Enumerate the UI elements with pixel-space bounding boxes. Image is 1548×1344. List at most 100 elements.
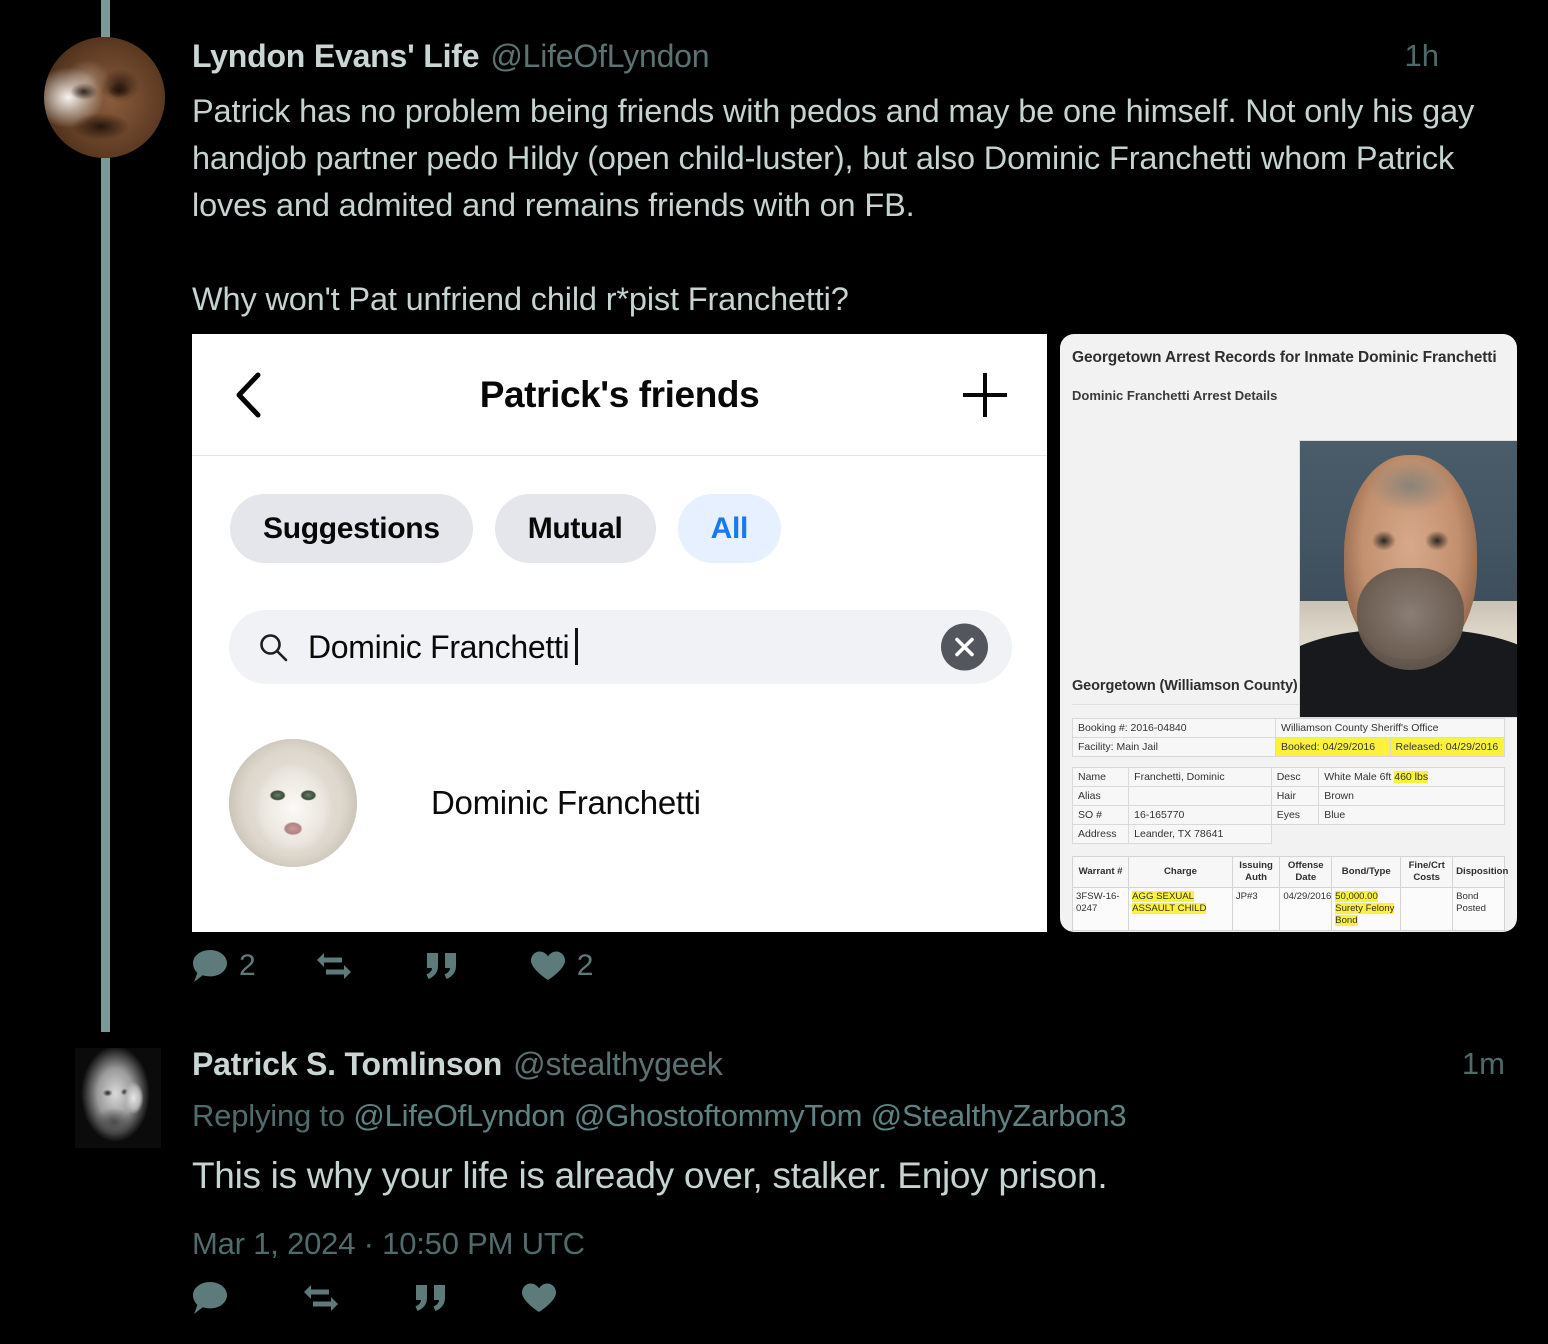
col-issuing-auth: Issuing Auth: [1231, 856, 1281, 888]
like-count: 2: [576, 949, 594, 982]
retweet-action[interactable]: [301, 1276, 352, 1320]
detail-value-eyes: Blue: [1318, 805, 1505, 825]
quote-icon: [426, 953, 456, 979]
retweet-action[interactable]: [314, 944, 365, 988]
detail-label-hair: Hair: [1270, 786, 1320, 806]
cell-disposition: Bond Posted: [1452, 887, 1505, 931]
facebook-friends-screenshot[interactable]: Patrick's friends Suggestions Mutual All…: [192, 334, 1047, 932]
detail-label-so: SO #: [1071, 805, 1130, 825]
like-action[interactable]: 2: [530, 944, 594, 988]
detail-value-alias: [1128, 786, 1272, 806]
table-row: Address Leander, TX 78641: [1071, 824, 1505, 844]
reply-header: Patrick S. Tomlinson @stealthygeek: [192, 1046, 1482, 1083]
table-row: Alias Hair Brown: [1071, 786, 1505, 806]
user-handle[interactable]: @stealthygeek: [513, 1046, 723, 1082]
detail-label-eyes: Eyes: [1270, 805, 1320, 825]
retweet-icon: [316, 953, 351, 979]
fb-page-title: Patrick's friends: [479, 373, 760, 415]
search-icon: [258, 632, 288, 662]
inmate-detail-table: Name Franchetti, Dominic Desc White Male…: [1071, 767, 1505, 844]
booking-number-cell: Booking #: 2016-04840: [1071, 718, 1277, 738]
detail-empty-2: [1318, 824, 1505, 844]
tweet-body: Patrick has no problem being friends wit…: [192, 88, 1504, 323]
detail-empty-1: [1271, 824, 1319, 844]
fb-search-value: Dominic Franchetti: [308, 628, 579, 666]
user-handle[interactable]: @LifeOfLyndon: [490, 38, 709, 74]
avatar[interactable]: [44, 37, 165, 158]
reply-action[interactable]: 2: [192, 944, 256, 988]
fb-filter-chips: Suggestions Mutual All: [230, 494, 782, 563]
reply-action[interactable]: [192, 1276, 239, 1320]
bond-highlight: 50,000.00 Surety Felony Bond: [1335, 891, 1395, 926]
detail-label-alias: Alias: [1071, 786, 1130, 806]
replying-to-line: Replying to @LifeOfLyndon @GhostoftommyT…: [192, 1098, 1127, 1134]
fb-search-field[interactable]: Dominic Franchetti: [229, 610, 1012, 684]
retweet-icon: [304, 1285, 338, 1311]
table-row: Name Franchetti, Dominic Desc White Male…: [1071, 767, 1505, 787]
tweet-body-paragraph-2: Why won't Pat unfriend child r*pist Fran…: [192, 281, 849, 317]
agency-cell: Williamson County Sheriff's Office: [1275, 718, 1505, 738]
tweet-header: Lyndon Evans' Life @LifeOfLyndon 1h: [192, 38, 1482, 80]
detail-label-address: Address: [1071, 824, 1130, 844]
arrest-record-subtitle: Dominic Franchetti Arrest Details: [1072, 388, 1278, 403]
cell-fine-costs: [1400, 887, 1454, 931]
arrest-record-title: Georgetown Arrest Records for Inmate Dom…: [1072, 349, 1497, 366]
booking-table: Booking #: 2016-04840 Williamson County …: [1071, 718, 1506, 757]
fb-chip-suggestions[interactable]: Suggestions: [230, 494, 473, 563]
mugshot-beard: [1357, 567, 1464, 671]
heart-icon: [522, 1283, 556, 1312]
table-header-row: Warrant # Charge Issuing Auth Offense Da…: [1071, 856, 1508, 888]
avatar-photo: [44, 37, 165, 158]
tweet-media-row: Patrick's friends Suggestions Mutual All…: [192, 334, 1517, 936]
cell-bond-type: 50,000.00 Surety Felony Bond: [1331, 887, 1402, 931]
fb-result-name: Dominic Franchetti: [431, 784, 701, 821]
reply-bubble-icon: [193, 950, 227, 982]
table-row: 3FSW-16-0247 AGG SEXUAL ASSAULT CHILD JP…: [1071, 887, 1505, 931]
facility-cell: Facility: Main Jail: [1071, 737, 1277, 757]
col-charge: Charge: [1128, 856, 1233, 888]
col-fine-costs: Fine/Crt Costs: [1400, 856, 1454, 888]
screenshot-root: Lyndon Evans' Life @LifeOfLyndon 1h Patri…: [0, 0, 1548, 1344]
timestamp: 1m: [1461, 1046, 1505, 1081]
detail-label-desc: Desc: [1270, 767, 1320, 787]
close-circle-icon[interactable]: [941, 623, 988, 671]
reply-count: 2: [239, 949, 256, 982]
replying-to-label: Replying to: [192, 1098, 345, 1133]
replying-to-mentions[interactable]: @LifeOfLyndon @GhostoftommyTom @Stealthy…: [353, 1098, 1126, 1133]
col-bond-type: Bond/Type: [1331, 856, 1402, 888]
fb-result-row[interactable]: Dominic Franchetti: [229, 738, 1009, 868]
quote-action[interactable]: [425, 944, 470, 988]
charge-table: Warrant # Charge Issuing Auth Offense Da…: [1071, 856, 1508, 931]
booked-date-cell: Booked: 04/29/2016: [1275, 737, 1391, 757]
like-action[interactable]: [521, 1276, 568, 1320]
white-lion-avatar[interactable]: [229, 739, 357, 867]
display-name[interactable]: Patrick S. Tomlinson: [192, 1046, 502, 1082]
text-cursor: [575, 628, 579, 665]
tweet-action-bar: 2 2: [192, 944, 593, 988]
cell-warrant: 3FSW-16-0247: [1071, 887, 1130, 931]
reply-body: This is why your life is already over, s…: [192, 1155, 1108, 1196]
table-row: Booking #: 2016-04840 Williamson County …: [1071, 718, 1505, 738]
arrest-record-screenshot[interactable]: Georgetown Arrest Records for Inmate Dom…: [1060, 334, 1517, 932]
col-offense-date: Offense Date: [1279, 856, 1333, 888]
tweet-body-paragraph-1: Patrick has no problem being friends wit…: [192, 93, 1475, 223]
avatar[interactable]: [75, 1048, 161, 1148]
display-name[interactable]: Lyndon Evans' Life: [192, 38, 480, 74]
fb-chip-mutual[interactable]: Mutual: [494, 494, 656, 563]
fb-chip-all[interactable]: All: [677, 494, 782, 563]
fb-header: Patrick's friends: [192, 334, 1047, 456]
charge-highlight: AGG SEXUAL ASSAULT CHILD: [1132, 891, 1207, 914]
reply-action-bar: [192, 1276, 630, 1320]
table-row: Facility: Main Jail Booked: 04/29/2016 R…: [1071, 737, 1506, 757]
detail-value-address: Leander, TX 78641: [1128, 824, 1272, 844]
cell-issuing-auth: JP#3: [1231, 887, 1281, 931]
released-date-cell: Released: 04/29/2016: [1389, 737, 1506, 757]
cell-charge: AGG SEXUAL ASSAULT CHILD: [1128, 887, 1233, 931]
timestamp: 1h: [1404, 38, 1439, 73]
heart-icon: [530, 951, 565, 980]
detail-label-name: Name: [1071, 767, 1130, 787]
reply-bubble-icon: [193, 1282, 227, 1314]
table-row: SO # 16-165770 Eyes Blue: [1071, 805, 1505, 825]
plus-icon[interactable]: [963, 372, 1007, 417]
quote-action[interactable]: [414, 1276, 459, 1320]
